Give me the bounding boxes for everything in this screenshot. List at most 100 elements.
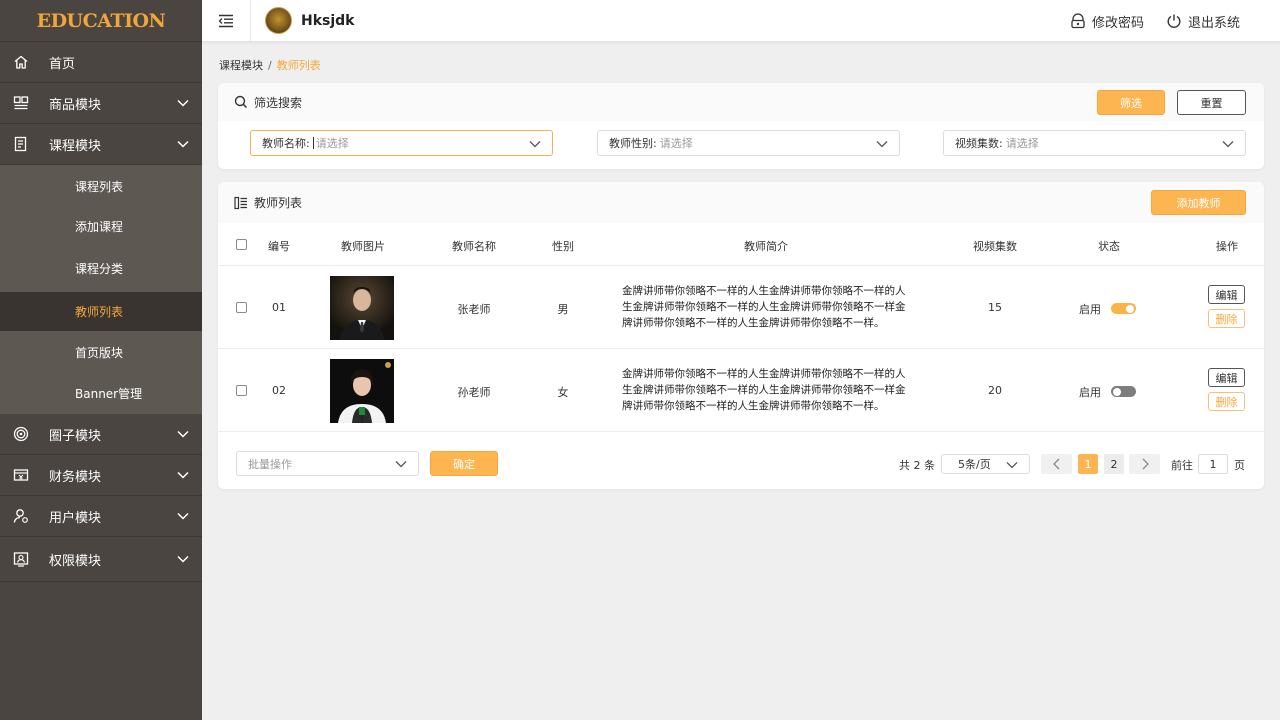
chevron-down-icon <box>529 141 541 148</box>
chevron-right-icon <box>1142 458 1149 470</box>
next-page-button[interactable] <box>1129 454 1160 474</box>
goto-suffix: 页 <box>1234 459 1245 472</box>
goto-page-input[interactable]: 1 <box>1198 454 1228 474</box>
column-header: 教师简介 <box>744 240 788 253</box>
column-header: 状态 <box>1098 240 1120 253</box>
reset-button[interactable]: 重置 <box>1177 90 1246 115</box>
teacher-name: 张老师 <box>457 303 491 316</box>
column-header: 教师图片 <box>341 240 385 253</box>
teacher-gender-select[interactable]: 教师性别: 请选择 <box>597 130 900 156</box>
chevron-down-icon <box>177 512 189 520</box>
circle-icon <box>13 426 29 442</box>
teacher-photo <box>330 359 394 423</box>
prev-page-button[interactable] <box>1041 454 1072 474</box>
select-all-checkbox[interactable] <box>236 239 247 250</box>
change-password-label: 修改密码 <box>1091 15 1144 31</box>
change-password-button[interactable]: 修改密码 <box>1070 12 1144 31</box>
submenu-item-teacher-list[interactable]: 教师列表 <box>0 292 202 331</box>
page-button-1[interactable]: 1 <box>1078 454 1098 474</box>
lock-icon <box>1071 13 1085 29</box>
search-icon <box>234 95 248 109</box>
page-size-select[interactable]: 5条/页 <box>941 454 1030 474</box>
sidebar-item-finance[interactable]: 财务模块 <box>0 455 202 496</box>
user-icon <box>13 508 29 524</box>
header-actions: 修改密码 退出系统 <box>1070 0 1240 42</box>
total-count: 共 2 条 <box>899 459 935 472</box>
sidebar-item-circle[interactable]: 圈子模块 <box>0 414 202 455</box>
teacher-id: 02 <box>272 384 286 397</box>
filter-panel: 筛选搜索 筛选 重置 教师名称: 请选择 教师性别: 请选择 视频集数: 请选择 <box>218 83 1264 169</box>
status-toggle[interactable] <box>1111 303 1136 314</box>
row-checkbox[interactable] <box>236 385 247 396</box>
logout-label: 退出系统 <box>1187 15 1240 31</box>
chevron-down-icon <box>177 471 189 479</box>
row-checkbox[interactable] <box>236 302 247 313</box>
username: Hksjdk <box>301 12 355 29</box>
sidebar-item-label: 权限模块 <box>49 553 102 569</box>
filter-button[interactable]: 筛选 <box>1097 90 1165 115</box>
field-placeholder: 请选择 <box>659 137 693 150</box>
edit-button[interactable]: 编辑 <box>1208 368 1245 387</box>
video-count: 15 <box>988 301 1002 314</box>
breadcrumb-current: 教师列表 <box>276 59 321 72</box>
sidebar-item-label: 财务模块 <box>49 469 102 485</box>
logout-button[interactable]: 退出系统 <box>1166 12 1240 31</box>
sidebar-item-course[interactable]: 课程模块 <box>0 124 202 165</box>
breadcrumb-parent[interactable]: 课程模块 <box>219 59 263 72</box>
video-count-select[interactable]: 视频集数: 请选择 <box>943 130 1246 156</box>
field-label: 教师性别: <box>609 137 657 150</box>
submenu-item-course-category[interactable]: 课程分类 <box>0 245 202 292</box>
batch-placeholder: 批量操作 <box>248 457 292 471</box>
table-header-bar: 教师列表 <box>218 182 1264 223</box>
chevron-down-icon <box>177 99 189 107</box>
sidebar: EDUCATION 首页 商品模块 课程模块 课程列表 添加课程 课程分类 教师… <box>0 0 202 720</box>
sidebar-item-user[interactable]: 用户模块 <box>0 496 202 537</box>
chevron-left-icon <box>1052 458 1059 470</box>
delete-button[interactable]: 删除 <box>1208 392 1245 411</box>
video-count: 20 <box>988 384 1002 397</box>
add-teacher-button[interactable]: 添加教师 <box>1151 190 1246 215</box>
column-header: 性别 <box>552 240 574 253</box>
submenu-item-banner[interactable]: Banner管理 <box>0 373 202 414</box>
page-button-2[interactable]: 2 <box>1104 454 1124 474</box>
table-row: 02 孙老师 女 金牌讲师带你领略不一样的人生金牌讲师带你领略不一样的人生金牌讲… <box>218 349 1264 432</box>
status-toggle[interactable] <box>1111 386 1136 397</box>
edit-button[interactable]: 编辑 <box>1208 285 1245 304</box>
breadcrumb-separator: / <box>268 59 272 72</box>
sidebar-item-home[interactable]: 首页 <box>0 42 202 83</box>
sidebar-item-label: 圈子模块 <box>49 428 102 444</box>
sidebar-item-label: 用户模块 <box>49 510 102 526</box>
teacher-gender: 男 <box>557 303 569 316</box>
finance-icon <box>13 467 29 483</box>
delete-button[interactable]: 删除 <box>1208 309 1245 328</box>
submenu-item-add-course[interactable]: 添加课程 <box>0 207 202 245</box>
submenu-item-course-list[interactable]: 课程列表 <box>0 165 202 207</box>
sidebar-item-permission[interactable]: 权限模块 <box>0 537 202 582</box>
course-submenu: 课程列表 添加课程 课程分类 教师列表 首页版块 Banner管理 <box>0 165 202 414</box>
batch-action-select[interactable]: 批量操作 <box>236 451 419 476</box>
text-cursor <box>312 137 314 149</box>
sidebar-item-label: 商品模块 <box>49 97 102 113</box>
logo: EDUCATION <box>0 0 202 42</box>
app: EDUCATION 首页 商品模块 课程模块 课程列表 添加课程 课程分类 教师… <box>0 0 1280 720</box>
permission-icon <box>13 551 29 567</box>
home-icon <box>13 54 29 70</box>
column-header: 编号 <box>268 240 290 253</box>
page-size-value: 5条/页 <box>958 458 991 471</box>
goods-icon <box>13 95 29 111</box>
confirm-batch-button[interactable]: 确定 <box>430 451 498 476</box>
teacher-name-select[interactable]: 教师名称: 请选择 <box>250 130 553 156</box>
collapse-sidebar-button[interactable] <box>202 0 251 42</box>
teacher-photo <box>330 276 394 340</box>
field-placeholder: 请选择 <box>315 137 349 150</box>
teacher-gender: 女 <box>557 386 569 399</box>
sidebar-item-goods[interactable]: 商品模块 <box>0 83 202 124</box>
column-header: 教师名称 <box>452 240 496 253</box>
top-header: Hksjdk 修改密码 退出系统 <box>202 0 1280 42</box>
field-placeholder: 请选择 <box>1005 137 1039 150</box>
teacher-table-panel: 教师列表 添加教师 编号 教师图片 教师名称 性别 教师简介 视频集数 状态 操… <box>218 182 1264 489</box>
avatar[interactable] <box>265 7 292 34</box>
goto-prefix: 前往 <box>1171 459 1193 472</box>
chevron-down-icon <box>177 555 189 563</box>
submenu-item-home-section[interactable]: 首页版块 <box>0 331 202 373</box>
